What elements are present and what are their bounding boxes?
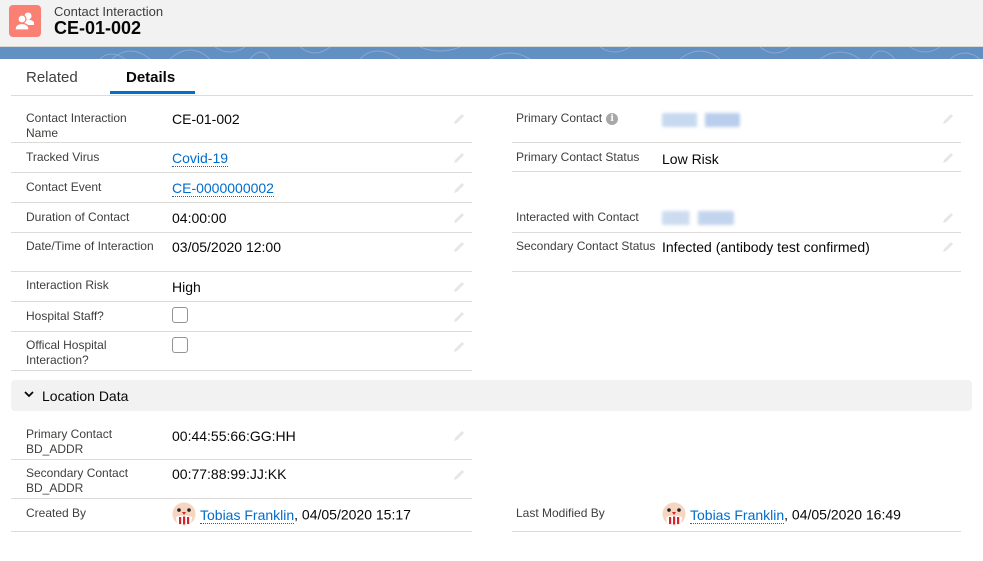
field-value: High (172, 279, 201, 295)
edit-pencil-icon[interactable] (452, 310, 466, 324)
user-avatar[interactable] (662, 502, 686, 526)
hospital-staff-checkbox[interactable] (172, 307, 188, 323)
contact-event-link[interactable]: CE-0000000002 (172, 180, 274, 197)
edit-pencil-icon[interactable] (452, 280, 466, 294)
edit-pencil-icon[interactable] (452, 181, 466, 195)
edit-pencil-icon[interactable] (452, 429, 466, 443)
field-value: 03/05/2020 12:00 (172, 239, 281, 255)
edit-pencil-icon[interactable] (941, 240, 955, 254)
edit-pencil-icon[interactable] (452, 240, 466, 254)
field-label: Contact Interaction Name (26, 111, 127, 140)
field-hospital-staff: Hospital Staff? (11, 302, 472, 332)
active-tab-indicator (110, 91, 195, 94)
last-modified-timestamp: , 04/05/2020 16:49 (784, 506, 901, 523)
field-value: Low Risk (662, 151, 719, 167)
record-tabs: Related Details (11, 59, 973, 96)
created-by-user-link[interactable]: Tobias Franklin (200, 506, 295, 524)
field-value: 00:77:88:99:JJ:KK (172, 466, 287, 482)
field-interacted-with-contact: Interacted with Contact (512, 203, 961, 233)
primary-contact-link-blurred[interactable] (662, 113, 740, 127)
field-value: 04:00:00 (172, 210, 227, 226)
field-label: Interaction Risk (26, 278, 109, 292)
edit-pencil-icon[interactable] (452, 468, 466, 482)
field-label: Duration of Contact (26, 210, 130, 224)
field-label: Last Modified By (516, 506, 605, 520)
field-value: CE-01-002 (172, 111, 240, 127)
field-label: Primary Contact BD_ADDR (26, 427, 113, 456)
field-label: Interacted with Contact (516, 210, 639, 224)
official-hospital-interaction-checkbox[interactable] (172, 337, 188, 353)
field-label: Offical Hospital Interaction? (26, 338, 107, 367)
field-created-by: Created By Tobias Franklin, 04/05/2020 1… (11, 499, 472, 532)
field-primary-contact: Primary Contact i (512, 105, 961, 143)
field-tracked-virus: Tracked Virus Covid-19 (11, 143, 472, 173)
record-header: Contact Interaction CE-01-002 (0, 0, 983, 47)
field-label: Date/Time of Interaction (26, 239, 154, 253)
last-modified-by-user-link[interactable]: Tobias Franklin (690, 506, 785, 524)
tracked-virus-link[interactable]: Covid-19 (172, 150, 229, 167)
field-label: Tracked Virus (26, 150, 100, 164)
field-label: Created By (26, 506, 87, 520)
field-label: Secondary Contact BD_ADDR (26, 466, 129, 495)
field-contact-event: Contact Event CE-0000000002 (11, 173, 472, 203)
field-label: Primary Contact (516, 111, 603, 125)
header-banner (0, 47, 983, 59)
field-label: Hospital Staff? (26, 309, 104, 323)
chevron-down-icon (24, 391, 34, 398)
contacts-icon (9, 5, 41, 37)
interacted-contact-link-blurred[interactable] (662, 211, 734, 225)
location-data-section-toggle[interactable]: Location Data (11, 380, 972, 411)
tab-details[interactable]: Details (126, 69, 175, 86)
field-label: Contact Event (26, 180, 102, 194)
field-primary-contact-status: Primary Contact Status Low Risk (512, 142, 961, 172)
field-value: Infected (antibody test confirmed) (662, 239, 870, 255)
field-date-time-of-interaction: Date/Time of Interaction 03/05/2020 12:0… (11, 233, 472, 272)
record-title: CE-01-002 (54, 18, 142, 38)
field-official-hospital-interaction: Offical Hospital Interaction? (11, 332, 472, 371)
field-primary-contact-bd-addr: Primary Contact BD_ADDR 00:44:55:66:GG:H… (11, 421, 472, 460)
object-type-label: Contact Interaction (54, 4, 164, 19)
field-contact-interaction-name: Contact Interaction Name CE-01-002 (11, 105, 472, 143)
tab-related[interactable]: Related (26, 69, 78, 86)
section-title: Location Data (42, 388, 129, 404)
field-label: Primary Contact Status (516, 150, 640, 164)
field-last-modified-by: Last Modified By Tobias Franklin, 04/05/… (512, 499, 961, 532)
field-duration-of-contact: Duration of Contact 04:00:00 (11, 203, 472, 233)
field-interaction-risk: Interaction Risk High (11, 272, 472, 302)
edit-pencil-icon[interactable] (941, 151, 955, 165)
edit-pencil-icon[interactable] (941, 112, 955, 126)
info-icon[interactable]: i (606, 113, 619, 125)
edit-pencil-icon[interactable] (941, 211, 955, 225)
field-value: 00:44:55:66:GG:HH (172, 428, 296, 444)
edit-pencil-icon[interactable] (452, 112, 466, 126)
user-avatar[interactable] (172, 502, 196, 526)
created-by-timestamp: , 04/05/2020 15:17 (294, 506, 411, 523)
field-secondary-contact-status: Secondary Contact Status Infected (antib… (512, 233, 961, 272)
edit-pencil-icon[interactable] (452, 151, 466, 165)
field-label: Secondary Contact Status (516, 239, 656, 253)
field-secondary-contact-bd-addr: Secondary Contact BD_ADDR 00:77:88:99:JJ… (11, 460, 472, 499)
edit-pencil-icon[interactable] (452, 340, 466, 354)
edit-pencil-icon[interactable] (452, 211, 466, 225)
